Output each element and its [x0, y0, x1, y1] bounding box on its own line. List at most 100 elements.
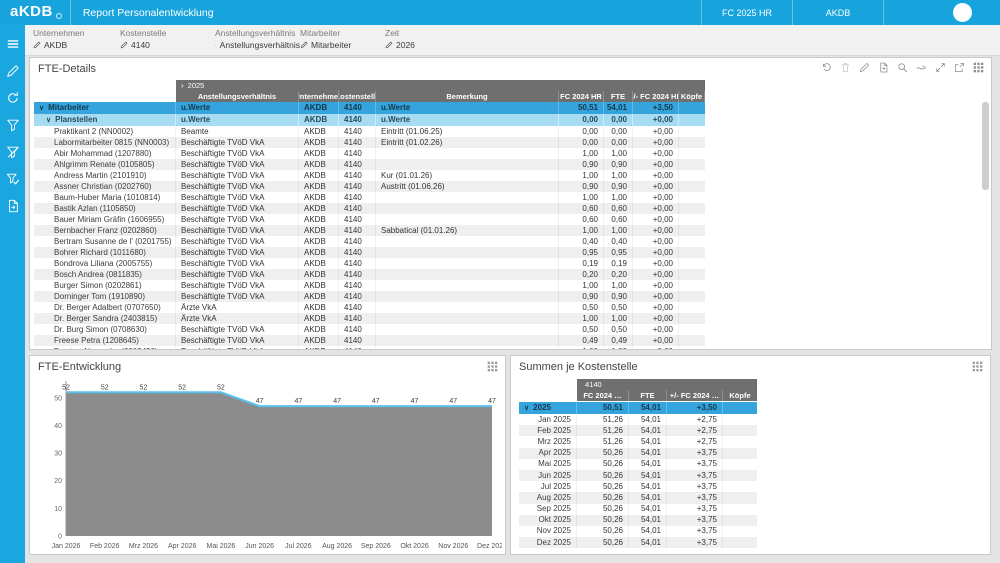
employee-name[interactable]: Dorninger Tom (1910890) [34, 291, 176, 302]
employee-name[interactable]: Bertram Susanne de l' (0201755) [34, 236, 176, 247]
pencil-icon[interactable] [859, 62, 870, 73]
table-row[interactable]: Nov 202550,2654,01+3,75 [519, 526, 769, 537]
column-header[interactable]: Köpfe [679, 91, 705, 102]
table-row[interactable]: Freese Petra (1208645)Beschäftigte TVöD … [34, 335, 710, 346]
table-row[interactable]: Dr. Burg Simon (0708630)Beschäftigte TVö… [34, 324, 710, 335]
table-row[interactable]: Aug 202550,2654,01+3,75 [519, 492, 769, 503]
table-row[interactable]: Mai 202550,2654,01+3,75 [519, 459, 769, 470]
menu-grid-icon[interactable] [487, 361, 498, 372]
funnel-check-button[interactable] [0, 165, 25, 192]
month-label[interactable]: Jan 2025 [519, 414, 577, 425]
summen-year-row[interactable]: 202550,5154,01+3,50 [519, 402, 769, 414]
funnel-button[interactable] [0, 111, 25, 138]
column-header[interactable]: FC 2024 HR [559, 91, 604, 102]
employee-name[interactable]: Assner Christian (0202760) [34, 181, 176, 192]
topbar-item-forecast[interactable]: FC 2025 HR [701, 0, 792, 25]
employee-name[interactable]: Praktikant 2 (NN0002) [34, 126, 176, 137]
employee-name[interactable]: Dr. Burg Simon (0708630) [34, 324, 176, 335]
month-label[interactable]: Jul 2025 [519, 481, 577, 492]
akdb-logo[interactable]: aKDB [0, 3, 70, 22]
table-row[interactable]: Jun 202550,2654,01+3,75 [519, 470, 769, 481]
table-row[interactable]: Baum-Huber Maria (1010814)Beschäftigte T… [34, 192, 710, 203]
table-row[interactable]: Assner Christian (0202760)Beschäftigte T… [34, 181, 710, 192]
column-header[interactable]: Köpfe [723, 390, 757, 401]
employee-name[interactable]: Bernbacher Franz (0202860) [34, 225, 176, 236]
summary-row[interactable]: Mitarbeiteru.WerteAKDB4140u.Werte50,5154… [34, 102, 710, 114]
table-row[interactable]: Freytag Alexander (0802456)Beschäftigte … [34, 346, 710, 350]
column-header[interactable]: +/- FC 2024 HR [633, 91, 679, 102]
table-row[interactable]: Dez 202550,2654,01+3,75 [519, 537, 769, 548]
doc-icon[interactable] [878, 62, 889, 73]
expand-icon[interactable] [935, 62, 946, 73]
tree-node-planstellen[interactable]: Planstellen [34, 114, 176, 126]
table-row[interactable]: Dr. Berger Sandra (2403815)Ärzte VkAAKDB… [34, 313, 710, 324]
month-label[interactable]: Mai 2025 [519, 459, 577, 470]
table-row[interactable]: Bastik Azlan (1105850)Beschäftigte TVöD … [34, 203, 710, 214]
employee-name[interactable]: Bondrova Liliana (2005755) [34, 258, 176, 269]
search-icon[interactable] [897, 62, 908, 73]
table-row[interactable]: Andress Martin (2101910)Beschäftigte TVö… [34, 170, 710, 181]
employee-name[interactable]: Freytag Alexander (0802456) [34, 346, 176, 350]
table-row[interactable]: Bohrer Richard (1011680)Beschäftigte TVö… [34, 247, 710, 258]
table-row[interactable]: Bauer Miriam Gräfin (1606955)Beschäftigt… [34, 214, 710, 225]
table-row[interactable]: Praktikant 2 (NN0002)BeamteAKDB4140Eintr… [34, 126, 710, 137]
filter-zeit[interactable]: Zeit2026 [385, 25, 475, 55]
month-label[interactable]: Sep 2025 [519, 504, 577, 515]
table-row[interactable]: Burger Simon (0202861)Beschäftigte TVöD … [34, 280, 710, 291]
employee-name[interactable]: Ahlgrimm Renate (0105805) [34, 159, 176, 170]
employee-name[interactable]: Freese Petra (1208645) [34, 335, 176, 346]
employee-name[interactable]: Abir Mohammad (1207880) [34, 148, 176, 159]
avatar[interactable] [953, 3, 972, 22]
table-row[interactable]: Mrz 202551,2654,01+2,75 [519, 436, 769, 447]
fte-table-scrollbar[interactable] [982, 102, 989, 190]
doc-button[interactable] [0, 192, 25, 219]
column-header[interactable]: Unternehmen [299, 91, 339, 102]
funnel-off-button[interactable] [0, 138, 25, 165]
table-row[interactable]: Sep 202550,2654,01+3,75 [519, 504, 769, 515]
column-header[interactable]: FTE [629, 390, 667, 401]
table-row[interactable]: Labormitarbeiter 0815 (NN0003)Beschäftig… [34, 137, 710, 148]
trash-icon[interactable] [840, 62, 851, 73]
table-row[interactable]: Dorninger Tom (1910890)Beschäftigte TVöD… [34, 291, 710, 302]
fte-group-band[interactable]: 2025 [176, 80, 705, 91]
area-series[interactable] [66, 392, 492, 536]
external-icon[interactable] [954, 62, 965, 73]
table-row[interactable]: Bernbacher Franz (0202860)Beschäftigte T… [34, 225, 710, 236]
table-row[interactable]: Jan 202551,2654,01+2,75 [519, 414, 769, 425]
employee-name[interactable]: Bohrer Richard (1011680) [34, 247, 176, 258]
pencil-button[interactable] [0, 57, 25, 84]
table-row[interactable]: Abir Mohammad (1207880)Beschäftigte TVöD… [34, 148, 710, 159]
month-label[interactable]: Aug 2025 [519, 492, 577, 503]
topbar-item-company[interactable]: AKDB [792, 0, 883, 25]
undo-icon[interactable] [821, 62, 832, 73]
column-header[interactable]: +/- FC 2024 … [667, 390, 723, 401]
month-label[interactable]: Nov 2025 [519, 526, 577, 537]
table-row[interactable]: Bondrova Liliana (2005755)Beschäftigte T… [34, 258, 710, 269]
grid9-icon[interactable] [973, 62, 984, 73]
tree-node-mitarbeiter[interactable]: Mitarbeiter [34, 102, 176, 114]
employee-name[interactable]: Bastik Azlan (1105850) [34, 203, 176, 214]
column-header[interactable]: FTE [604, 91, 633, 102]
refresh-button[interactable] [0, 84, 25, 111]
table-row[interactable]: Okt 202550,2654,01+3,75 [519, 515, 769, 526]
column-header[interactable]: Kostenstelle [339, 91, 376, 102]
table-row[interactable]: Bertram Susanne de l' (0201755)Beschäfti… [34, 236, 710, 247]
table-row[interactable]: Bosch Andrea (0811835)Beschäftigte TVöD … [34, 269, 710, 280]
table-row[interactable]: Ahlgrimm Renate (0105805)Beschäftigte TV… [34, 159, 710, 170]
month-label[interactable]: Jun 2025 [519, 470, 577, 481]
menu-grid-icon[interactable] [972, 361, 983, 372]
month-label[interactable]: Apr 2025 [519, 448, 577, 459]
employee-name[interactable]: Andress Martin (2101910) [34, 170, 176, 181]
month-label[interactable]: Mrz 2025 [519, 436, 577, 447]
table-row[interactable]: Apr 202550,2654,01+3,75 [519, 448, 769, 459]
month-label[interactable]: Feb 2025 [519, 425, 577, 436]
employee-name[interactable]: Dr. Berger Adalbert (0707650) [34, 302, 176, 313]
table-row[interactable]: Feb 202551,2654,01+2,75 [519, 425, 769, 436]
tree-node-year[interactable]: 2025 [519, 402, 577, 414]
column-header[interactable]: Anstellungsverhältnis [176, 91, 299, 102]
column-header[interactable]: Bemerkung [376, 91, 559, 102]
summary-row[interactable]: Planstellenu.WerteAKDB4140u.Werte0,000,0… [34, 114, 710, 126]
employee-name[interactable]: Bosch Andrea (0811835) [34, 269, 176, 280]
filter-mitarbeiter[interactable]: MitarbeiterMitarbeiter [300, 25, 385, 55]
employee-name[interactable]: Labormitarbeiter 0815 (NN0003) [34, 137, 176, 148]
